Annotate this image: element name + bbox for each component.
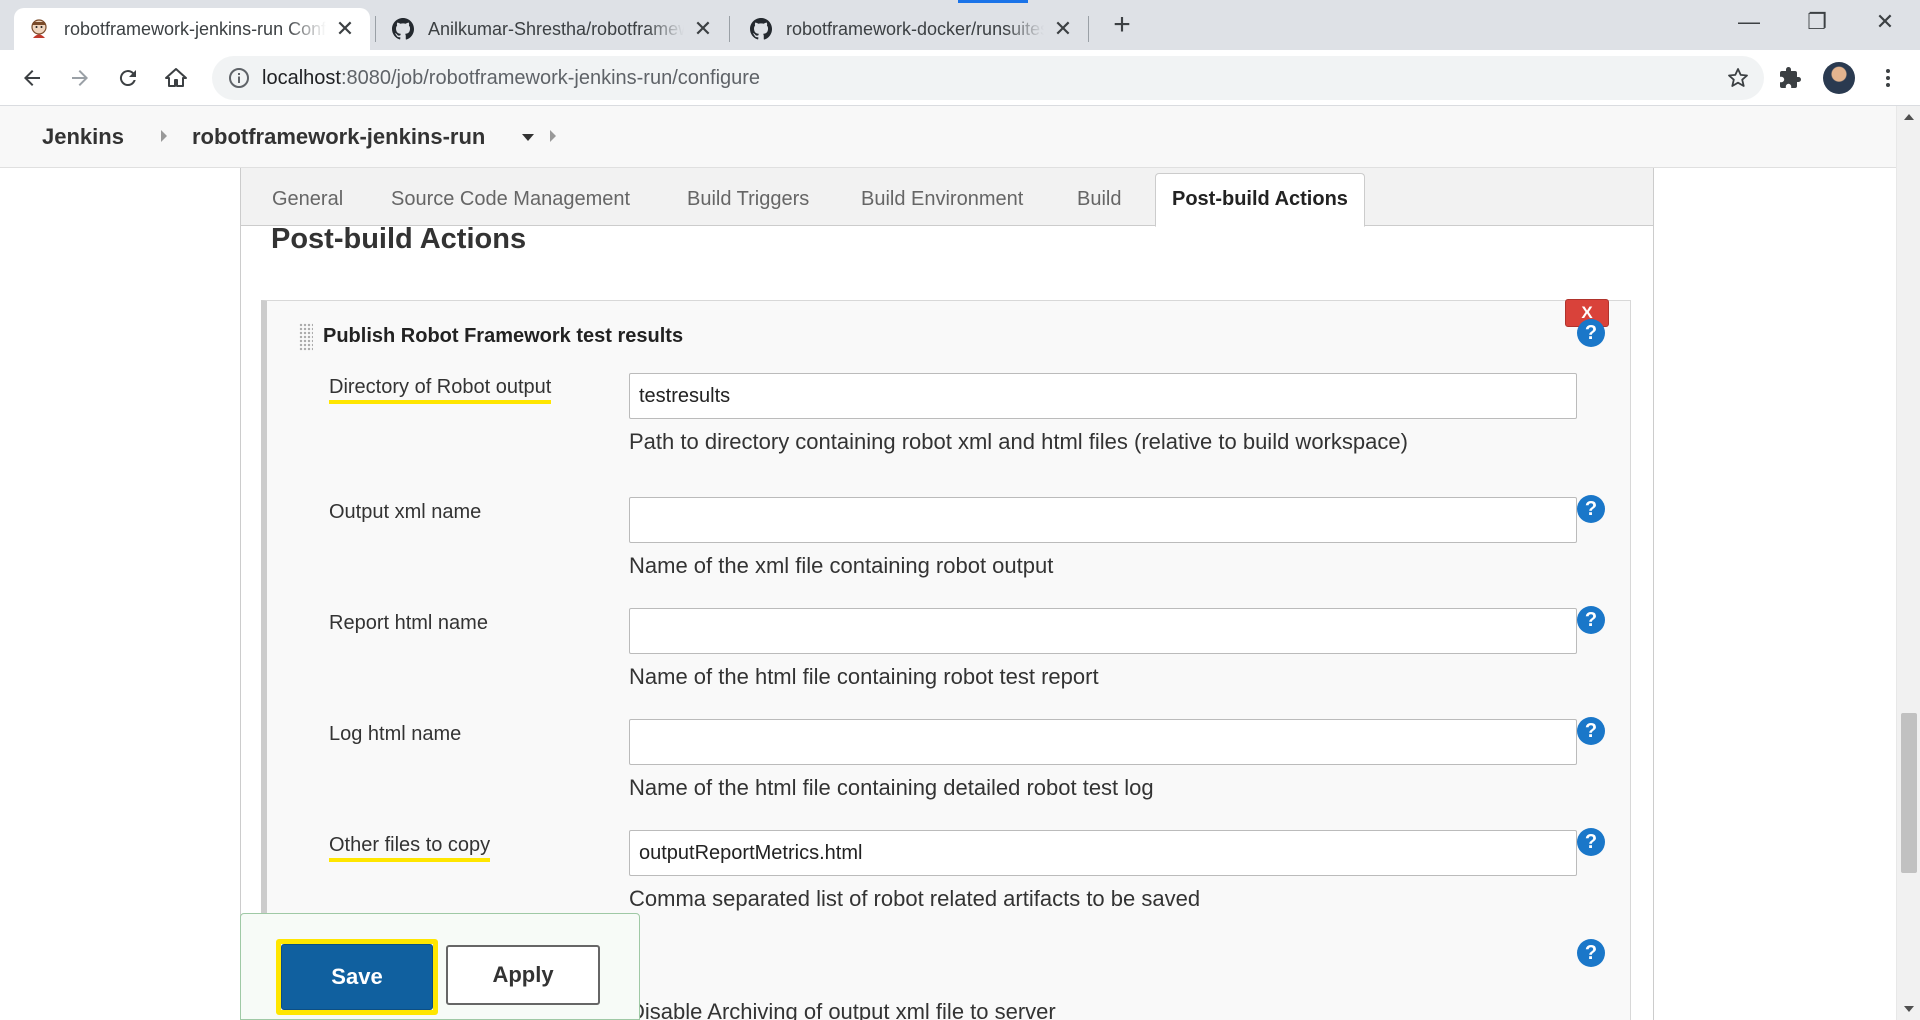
help-icon[interactable]: ? [1577,319,1605,347]
browser-toolbar: localhost:8080/job/robotframework-jenkin… [0,50,1920,106]
help-icon[interactable]: ? [1577,717,1605,745]
breadcrumb-separator-icon [550,130,556,142]
github-icon [750,18,772,40]
output-xml-name-label: Output xml name [329,501,482,523]
back-arrow-icon[interactable] [14,60,50,96]
scrollbar-thumb[interactable] [1901,713,1917,873]
browser-tab-github-anilkumar[interactable]: Anilkumar-Shrestha/robotframework ✕ [378,8,728,50]
job-config-panel: General Source Code Management Build Tri… [240,168,1654,1020]
tab-build[interactable]: Build [1077,188,1121,211]
loading-indicator [958,0,1028,3]
close-tab-icon[interactable]: ✕ [692,18,714,40]
browser-tab-title: robotframework-docker/runsuites [786,18,1044,39]
page-scrollbar[interactable] [1896,106,1920,1020]
browser-tab-title: robotframework-jenkins-run Config [64,18,326,39]
breadcrumb-job[interactable]: robotframework-jenkins-run [192,124,485,150]
close-tab-icon[interactable]: ✕ [1052,18,1074,40]
address-bar[interactable]: localhost:8080/job/robotframework-jenkin… [212,56,1764,100]
page-title: Post-build Actions [271,223,527,255]
report-html-name-label: Report html name [329,612,488,634]
tab-build-triggers[interactable]: Build Triggers [687,188,809,211]
config-tab-bar: General Source Code Management Build Tri… [241,168,1653,227]
browser-menu-icon[interactable] [1870,60,1906,96]
output-xml-name-input[interactable] [629,497,1577,543]
directory-of-robot-output-label: Directory of Robot output [329,376,552,404]
help-icon[interactable]: ? [1577,495,1605,523]
breadcrumb: Jenkins robotframework-jenkins-run [0,106,1896,168]
save-button[interactable]: Save [281,944,433,1010]
log-html-name-label: Log html name [329,723,462,745]
browser-tabstrip: robotframework-jenkins-run Config ✕ Anil… [0,0,1920,50]
github-icon [392,18,414,40]
job-dropdown-icon[interactable] [522,134,534,141]
log-html-name-input[interactable] [629,719,1577,765]
browser-tab-title: Anilkumar-Shrestha/robotframework [428,18,684,39]
url-path: :8080/job/robotframework-jenkins-run/con… [340,67,761,89]
close-tab-icon[interactable]: ✕ [334,18,356,40]
home-icon[interactable] [158,60,194,96]
forward-arrow-icon[interactable] [62,60,98,96]
reload-icon[interactable] [110,60,146,96]
extensions-puzzle-icon[interactable] [1772,60,1808,96]
minimize-window-icon[interactable]: — [1714,0,1784,44]
directory-of-robot-output-input[interactable] [629,373,1577,419]
tab-separator [1088,16,1089,42]
profile-avatar[interactable] [1823,62,1855,94]
report-html-name-input[interactable] [629,608,1577,654]
tab-source-code-management[interactable]: Source Code Management [391,188,630,211]
tab-build-environment[interactable]: Build Environment [861,188,1023,211]
url-text: localhost:8080/job/robotframework-jenkin… [262,67,760,90]
disable-archiving-label: Disable Archiving of output xml file to … [629,999,1056,1020]
browser-tab-github-docker[interactable]: robotframework-docker/runsuites ✕ [736,8,1088,50]
robot-publisher-block: Publish Robot Framework test results X ?… [261,299,1631,1020]
new-tab-button[interactable]: + [1106,10,1138,42]
scroll-down-arrow-icon[interactable] [1904,1006,1914,1012]
other-files-to-copy-input[interactable] [629,830,1577,876]
apply-button[interactable]: Apply [446,945,600,1005]
tab-separator [729,16,730,42]
url-host: localhost [262,67,341,89]
site-info-icon[interactable] [228,67,250,94]
field-description: Name of the html file containing detaile… [629,775,1154,800]
jenkins-favicon-icon [28,18,50,40]
breadcrumb-separator-icon [161,130,167,142]
breadcrumb-jenkins[interactable]: Jenkins [42,124,124,150]
tab-post-build-actions[interactable]: Post-build Actions [1155,173,1365,227]
browser-tab-jenkins-config[interactable]: robotframework-jenkins-run Config ✕ [14,8,370,50]
field-description: Comma separated list of robot related ar… [629,886,1201,911]
field-description: Name of the xml file containing robot ou… [629,553,1054,578]
publisher-title: Publish Robot Framework test results [323,325,684,347]
field-description: Path to directory containing robot xml a… [629,429,1408,454]
help-icon[interactable]: ? [1577,606,1605,634]
scroll-up-arrow-icon[interactable] [1904,114,1914,120]
tab-general[interactable]: General [272,188,343,211]
drag-handle-icon[interactable] [299,323,313,351]
tab-separator [375,16,376,42]
help-icon[interactable]: ? [1577,828,1605,856]
close-window-icon[interactable]: ✕ [1850,0,1920,44]
help-icon[interactable]: ? [1577,939,1605,967]
restore-window-icon[interactable]: ❐ [1782,0,1852,44]
bookmark-star-icon[interactable] [1726,66,1750,95]
other-files-to-copy-label: Other files to copy [329,834,491,862]
field-description: Name of the html file containing robot t… [629,664,1099,689]
